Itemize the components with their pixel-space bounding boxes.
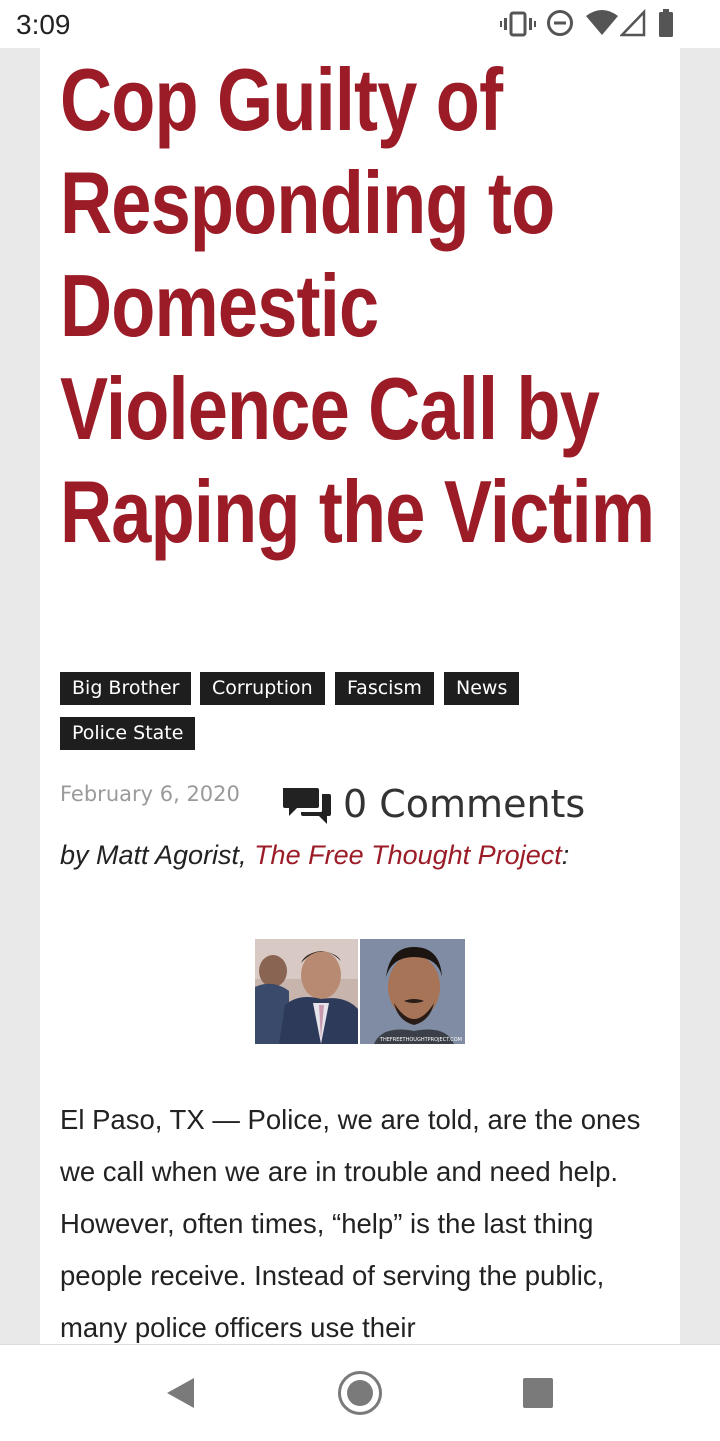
signal-icon — [620, 9, 646, 37]
tag-big-brother[interactable]: Big Brother — [60, 672, 192, 705]
comments-icon — [283, 788, 331, 824]
publish-date: February 6, 2020 — [60, 782, 240, 806]
status-bar: 3:09 — [0, 0, 720, 48]
courtroom-photo — [255, 939, 358, 1044]
mugshot-photo: THEFREETHOUGHTPROJECT.COM — [360, 939, 465, 1044]
article-title: Cop Guilty of Responding to Domestic Vio… — [60, 50, 655, 561]
navigation-bar — [0, 1344, 720, 1441]
tag-fascism[interactable]: Fascism — [335, 672, 434, 705]
status-icons — [500, 9, 700, 39]
tag-police-state[interactable]: Police State — [60, 717, 196, 750]
recents-icon[interactable] — [523, 1378, 553, 1408]
back-icon[interactable] — [164, 1376, 196, 1410]
home-icon[interactable] — [337, 1370, 383, 1416]
tag-corruption[interactable]: Corruption — [200, 672, 325, 705]
battery-icon — [659, 9, 673, 37]
wifi-icon — [586, 10, 618, 35]
byline-suffix: : — [561, 840, 570, 870]
article-photo[interactable]: THEFREETHOUGHTPROJECT.COM — [255, 939, 465, 1044]
vibrate-icon — [500, 11, 536, 37]
byline: by Matt Agorist, The Free Thought Projec… — [60, 840, 569, 871]
status-time: 3:09 — [16, 9, 71, 40]
photo-watermark: THEFREETHOUGHTPROJECT.COM — [379, 1037, 462, 1043]
comments-count: 0 Comments — [343, 782, 586, 826]
tag-news[interactable]: News — [444, 672, 520, 705]
do-not-disturb-icon — [547, 10, 573, 36]
article-body: El Paso, TX — Police, we are told, are t… — [60, 1104, 641, 1343]
source-link[interactable]: The Free Thought Project — [254, 840, 562, 870]
byline-author: by Matt Agorist, — [60, 840, 255, 870]
article-card: Cop Guilty of Responding to Domestic Vio… — [40, 48, 680, 1344]
